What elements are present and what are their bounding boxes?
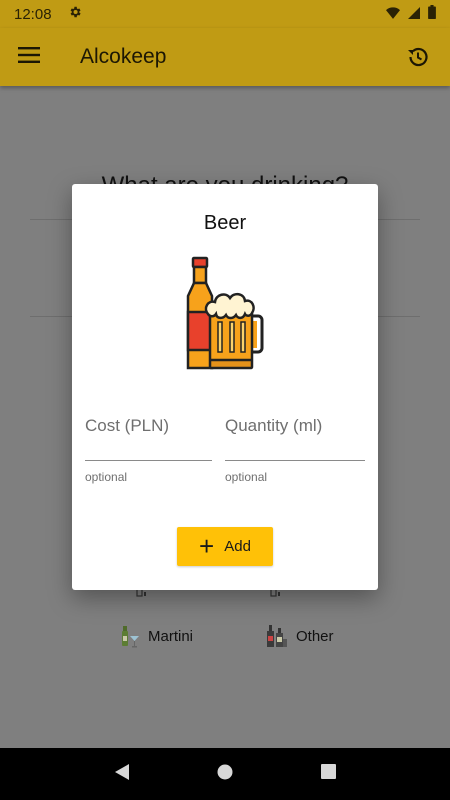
drink-label-martini: Martini <box>148 627 194 645</box>
martini-icon <box>122 626 139 648</box>
dialog-title: Beer <box>203 212 247 234</box>
cost-field[interactable]: Cost (PLN) optional <box>85 416 212 484</box>
menu-icon[interactable] <box>18 46 40 68</box>
cost-field-underline <box>85 460 212 461</box>
cost-field-label: Cost (PLN) <box>85 416 170 435</box>
cost-field-helper: optional <box>85 470 128 484</box>
battery-icon <box>428 5 436 23</box>
wifi-icon <box>386 6 400 23</box>
beer-bottle-and-mug-icon <box>186 256 264 370</box>
plus-icon: + <box>199 530 215 561</box>
back-icon[interactable] <box>114 763 130 786</box>
add-drink-dialog: Beer Cost (PLN) optional Quantity (ml) o… <box>72 184 378 590</box>
home-icon[interactable] <box>217 764 233 785</box>
app-bar: Alcokeep <box>0 28 450 86</box>
add-button-label: Add <box>224 538 251 555</box>
drink-option-martini[interactable]: Martini <box>120 624 193 648</box>
cell-signal-icon <box>408 6 420 23</box>
quantity-field-label: Quantity (ml) <box>225 416 323 435</box>
recents-icon[interactable] <box>321 764 337 784</box>
add-button[interactable]: + Add <box>177 527 273 566</box>
history-icon[interactable] <box>404 43 432 71</box>
drink-option-other[interactable]: Other <box>266 624 334 648</box>
system-nav-bar <box>0 748 450 800</box>
status-time: 12:08 <box>14 5 52 23</box>
quantity-field[interactable]: Quantity (ml) optional <box>225 416 365 484</box>
drink-label-other: Other <box>296 627 334 645</box>
quantity-field-underline <box>225 460 365 461</box>
app-title: Alcokeep <box>80 45 167 68</box>
quantity-field-helper: optional <box>225 470 268 484</box>
settings-gear-icon <box>68 5 82 23</box>
bottles-icon <box>267 625 287 647</box>
status-bar: 12:08 <box>0 0 450 28</box>
